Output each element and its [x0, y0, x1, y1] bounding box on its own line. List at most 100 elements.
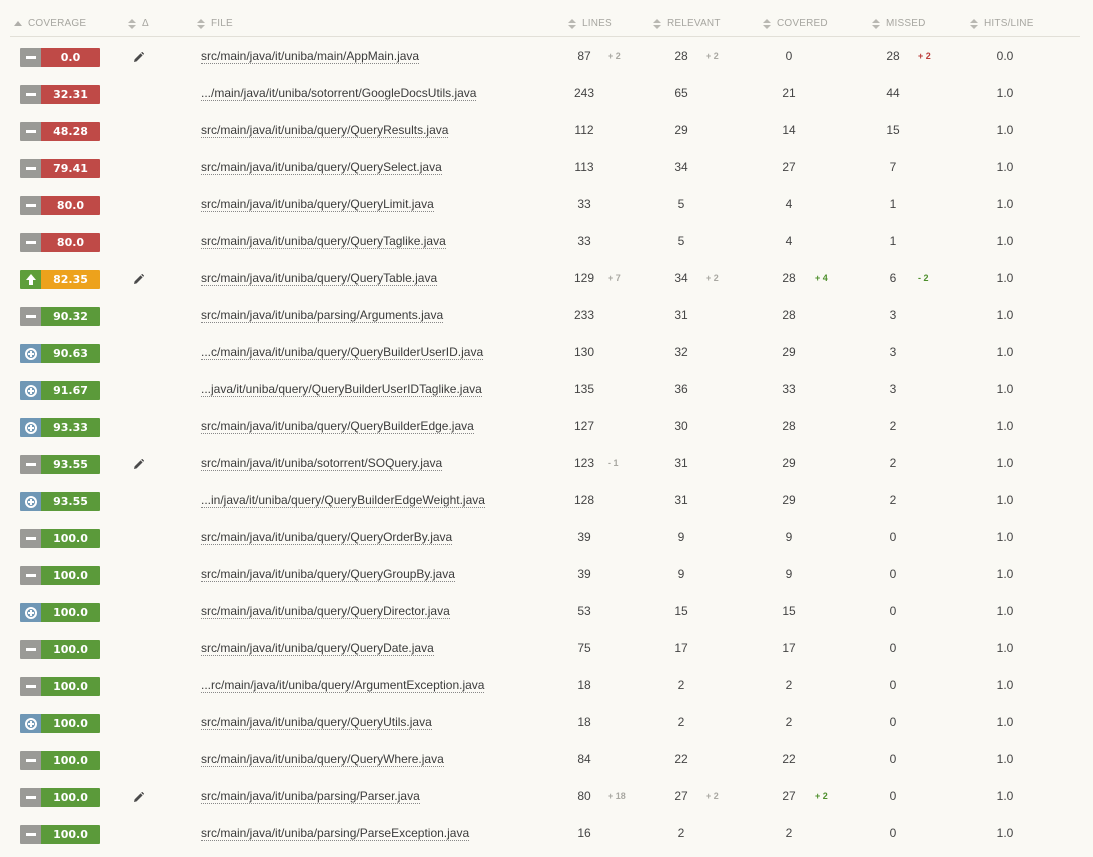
file-link[interactable]: src/main/java/it/uniba/parsing/ParseExce… — [201, 826, 470, 841]
pencil-icon — [133, 790, 145, 808]
coverage-unchanged-icon — [20, 196, 41, 215]
hits-value: 0.0 — [996, 49, 1014, 63]
file-link[interactable]: ...in/java/it/uniba/query/QueryBuilderEd… — [201, 493, 485, 508]
covered-value: 28 — [782, 308, 796, 322]
lines-value: 129 — [573, 271, 595, 285]
file-link[interactable]: src/main/java/it/uniba/query/QuerySelect… — [201, 160, 442, 175]
coverage-unchanged-icon — [20, 566, 41, 585]
file-link[interactable]: src/main/java/it/uniba/query/QueryTable.… — [201, 271, 438, 286]
file-column-header[interactable]: FILE — [197, 18, 233, 29]
pencil-icon — [133, 50, 145, 68]
coverage-unchanged-icon — [20, 122, 41, 141]
table-row: 93.55 ...in/java/it/uniba/query/QueryBuil… — [10, 482, 1080, 519]
sort-icon — [970, 18, 978, 29]
missed-value: 7 — [889, 160, 897, 174]
lines-value: 33 — [577, 197, 591, 211]
delta-column-header[interactable]: Δ — [128, 18, 149, 29]
file-link[interactable]: src/main/java/it/uniba/sotorrent/SOQuery… — [201, 456, 443, 471]
missed-value: 3 — [889, 345, 897, 359]
lines-value: 33 — [577, 234, 591, 248]
file-link[interactable]: src/main/java/it/uniba/parsing/Arguments… — [201, 308, 444, 323]
covered-value: 2 — [785, 678, 793, 692]
sort-icon — [197, 18, 205, 29]
coverage-unchanged-icon — [20, 529, 41, 548]
missed-column-header[interactable]: MISSED — [872, 18, 926, 29]
hits-value: 1.0 — [996, 826, 1014, 840]
missed-value: 2 — [889, 493, 897, 507]
covered-value: 4 — [785, 234, 793, 248]
relevant-value: 36 — [674, 382, 688, 396]
coverage-badge: 100.0 — [20, 677, 100, 696]
relevant-header-label: RELEVANT — [667, 18, 721, 29]
file-link[interactable]: src/main/java/it/uniba/query/QueryDate.j… — [201, 641, 434, 656]
sort-icon — [872, 18, 880, 29]
relevant-delta: + 2 — [706, 273, 719, 283]
coverage-badge: 100.0 — [20, 825, 100, 844]
missed-value: 6 — [889, 271, 897, 285]
relevant-value: 5 — [677, 197, 685, 211]
hits-value: 1.0 — [996, 641, 1014, 655]
file-link[interactable]: src/main/java/it/uniba/query/QueryUtils.… — [201, 715, 432, 730]
coverage-percent: 91.67 — [41, 381, 100, 400]
missed-value: 0 — [889, 826, 897, 840]
coverage-percent: 90.32 — [41, 307, 100, 326]
covered-value: 2 — [785, 715, 793, 729]
table-row: 100.0 src/main/java/it/uniba/parsing/Pars… — [10, 778, 1080, 815]
missed-value: 0 — [889, 604, 897, 618]
hits-value: 1.0 — [996, 456, 1014, 470]
lines-value: 127 — [573, 419, 595, 433]
coverage-percent: 100.0 — [41, 640, 100, 659]
coverage-percent: 93.33 — [41, 418, 100, 437]
coverage-column-header[interactable]: COVERAGE — [14, 18, 86, 29]
coverage-percent: 82.35 — [41, 270, 100, 289]
file-link[interactable]: src/main/java/it/uniba/query/QueryDirect… — [201, 604, 450, 619]
file-link[interactable]: src/main/java/it/uniba/query/QueryLimit.… — [201, 197, 434, 212]
relevant-value: 15 — [674, 604, 688, 618]
relevant-value: 32 — [674, 345, 688, 359]
lines-column-header[interactable]: LINES — [568, 18, 612, 29]
relevant-value: 65 — [674, 86, 688, 100]
coverage-unchanged-icon — [20, 159, 41, 178]
hits-header-label: HITS/LINE — [984, 18, 1034, 29]
coverage-percent: 79.41 — [41, 159, 100, 178]
coverage-badge: 100.0 — [20, 714, 100, 733]
coverage-badge: 80.0 — [20, 233, 100, 252]
table-row: 80.0 src/main/java/it/uniba/query/QueryLi… — [10, 186, 1080, 223]
covered-column-header[interactable]: COVERED — [763, 18, 828, 29]
file-link[interactable]: src/main/java/it/uniba/query/QueryWhere.… — [201, 752, 444, 767]
relevant-column-header[interactable]: RELEVANT — [653, 18, 721, 29]
file-link[interactable]: ...rc/main/java/it/uniba/query/ArgumentE… — [201, 678, 485, 693]
relevant-value: 22 — [674, 752, 688, 766]
file-link[interactable]: src/main/java/it/uniba/query/QueryResult… — [201, 123, 449, 138]
coverage-header-label: COVERAGE — [28, 18, 87, 29]
file-link[interactable]: .../main/java/it/uniba/sotorrent/GoogleD… — [201, 86, 477, 101]
coverage-percent: 80.0 — [41, 196, 100, 215]
file-link[interactable]: src/main/java/it/uniba/query/QueryOrderB… — [201, 530, 453, 545]
file-link[interactable]: src/main/java/it/uniba/query/QueryTaglik… — [201, 234, 446, 249]
covered-value: 4 — [785, 197, 793, 211]
relevant-value: 28 — [674, 49, 688, 63]
file-link[interactable]: src/main/java/it/uniba/query/QueryBuilde… — [201, 419, 474, 434]
pencil-icon — [133, 457, 145, 475]
relevant-value: 31 — [674, 308, 688, 322]
hits-value: 1.0 — [996, 345, 1014, 359]
relevant-delta: + 2 — [706, 51, 719, 61]
relevant-value: 2 — [677, 715, 685, 729]
new-file-icon — [20, 492, 41, 511]
file-link[interactable]: src/main/java/it/uniba/main/AppMain.java — [201, 49, 420, 64]
covered-value: 27 — [782, 789, 796, 803]
file-link[interactable]: src/main/java/it/uniba/query/QueryGroupB… — [201, 567, 455, 582]
file-link[interactable]: ...java/it/uniba/query/QueryBuilderUserI… — [201, 382, 482, 397]
relevant-value: 9 — [677, 567, 685, 581]
hits-column-header[interactable]: HITS/LINE — [970, 18, 1034, 29]
file-link[interactable]: ...c/main/java/it/uniba/query/QueryBuild… — [201, 345, 484, 360]
coverage-percent: 93.55 — [41, 492, 100, 511]
coverage-unchanged-icon — [20, 48, 41, 67]
table-row: 79.41 src/main/java/it/uniba/query/QueryS… — [10, 149, 1080, 186]
table-row: 100.0 src/main/java/it/uniba/query/QueryG… — [10, 556, 1080, 593]
coverage-percent: 100.0 — [41, 677, 100, 696]
lines-value: 75 — [577, 641, 591, 655]
covered-value: 27 — [782, 160, 796, 174]
file-link[interactable]: src/main/java/it/uniba/parsing/Parser.ja… — [201, 789, 420, 804]
coverage-badge: 0.0 — [20, 48, 100, 67]
